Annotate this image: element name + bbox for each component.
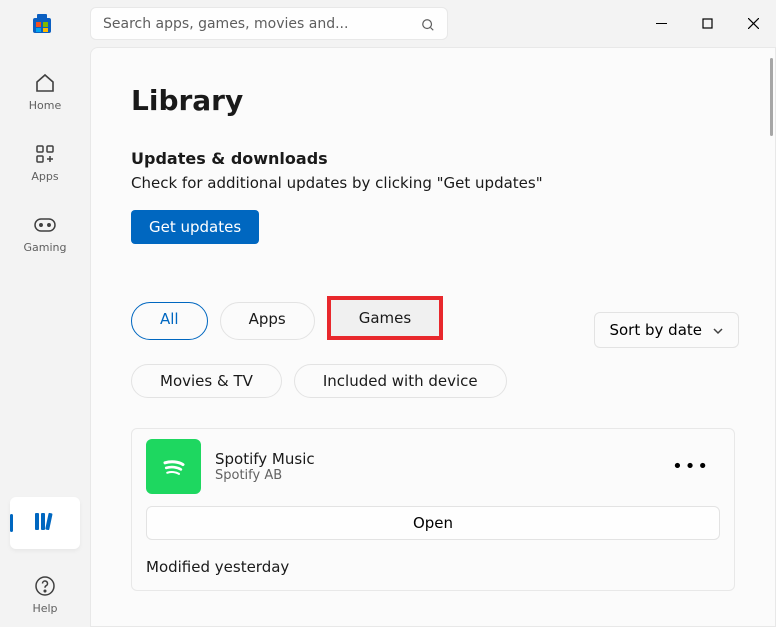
modified-label: Modified yesterday xyxy=(146,558,720,576)
nav-gaming[interactable]: Gaming xyxy=(24,213,67,254)
sort-button[interactable]: Sort by date xyxy=(594,312,739,348)
apps-icon xyxy=(33,142,57,166)
filter-games[interactable]: Games xyxy=(327,296,443,340)
spotify-icon xyxy=(146,439,201,494)
minimize-button[interactable] xyxy=(638,8,684,40)
maximize-button[interactable] xyxy=(684,8,730,40)
nav-home[interactable]: Home xyxy=(29,71,61,112)
more-button[interactable]: ••• xyxy=(662,450,720,483)
chevron-down-icon xyxy=(712,321,724,339)
filter-movies[interactable]: Movies & TV xyxy=(131,364,282,398)
nav-label: Gaming xyxy=(24,241,67,254)
home-icon xyxy=(33,71,57,95)
app-publisher: Spotify AB xyxy=(215,468,315,483)
gaming-icon xyxy=(33,213,57,237)
nav-label: Apps xyxy=(31,170,58,183)
updates-title: Updates & downloads xyxy=(131,149,735,168)
app-info: Spotify Music Spotify AB xyxy=(215,450,315,483)
nav-label: Help xyxy=(32,602,57,615)
nav-library[interactable] xyxy=(10,497,80,549)
main-content: Library Updates & downloads Check for ad… xyxy=(90,47,776,627)
scrollbar[interactable] xyxy=(770,58,773,136)
nav-help[interactable]: Help xyxy=(32,574,57,615)
active-indicator xyxy=(10,514,13,532)
sort-label: Sort by date xyxy=(609,321,702,339)
filter-apps[interactable]: Apps xyxy=(220,302,315,340)
search-box[interactable] xyxy=(90,7,448,40)
close-button[interactable] xyxy=(730,8,776,40)
updates-subtitle: Check for additional updates by clicking… xyxy=(131,174,735,192)
window-controls xyxy=(638,8,776,40)
titlebar xyxy=(0,0,776,47)
sidebar: Home Apps Gaming Help xyxy=(0,47,90,627)
nav-apps[interactable]: Apps xyxy=(31,142,58,183)
store-app-icon xyxy=(30,12,54,36)
get-updates-button[interactable]: Get updates xyxy=(131,210,259,244)
updates-section: Updates & downloads Check for additional… xyxy=(131,149,735,244)
open-button[interactable]: Open xyxy=(146,506,720,540)
search-input[interactable] xyxy=(103,16,413,32)
filter-row: All Apps Games Movies & TV Included with… xyxy=(131,302,735,398)
help-icon xyxy=(33,574,57,598)
nav-label: Home xyxy=(29,99,61,112)
app-name: Spotify Music xyxy=(215,450,315,468)
filter-included[interactable]: Included with device xyxy=(294,364,507,398)
library-item: Spotify Music Spotify AB ••• Open Modifi… xyxy=(131,428,735,591)
library-icon xyxy=(33,510,57,536)
page-title: Library xyxy=(131,84,735,117)
filter-all[interactable]: All xyxy=(131,302,208,340)
search-icon xyxy=(421,17,435,31)
